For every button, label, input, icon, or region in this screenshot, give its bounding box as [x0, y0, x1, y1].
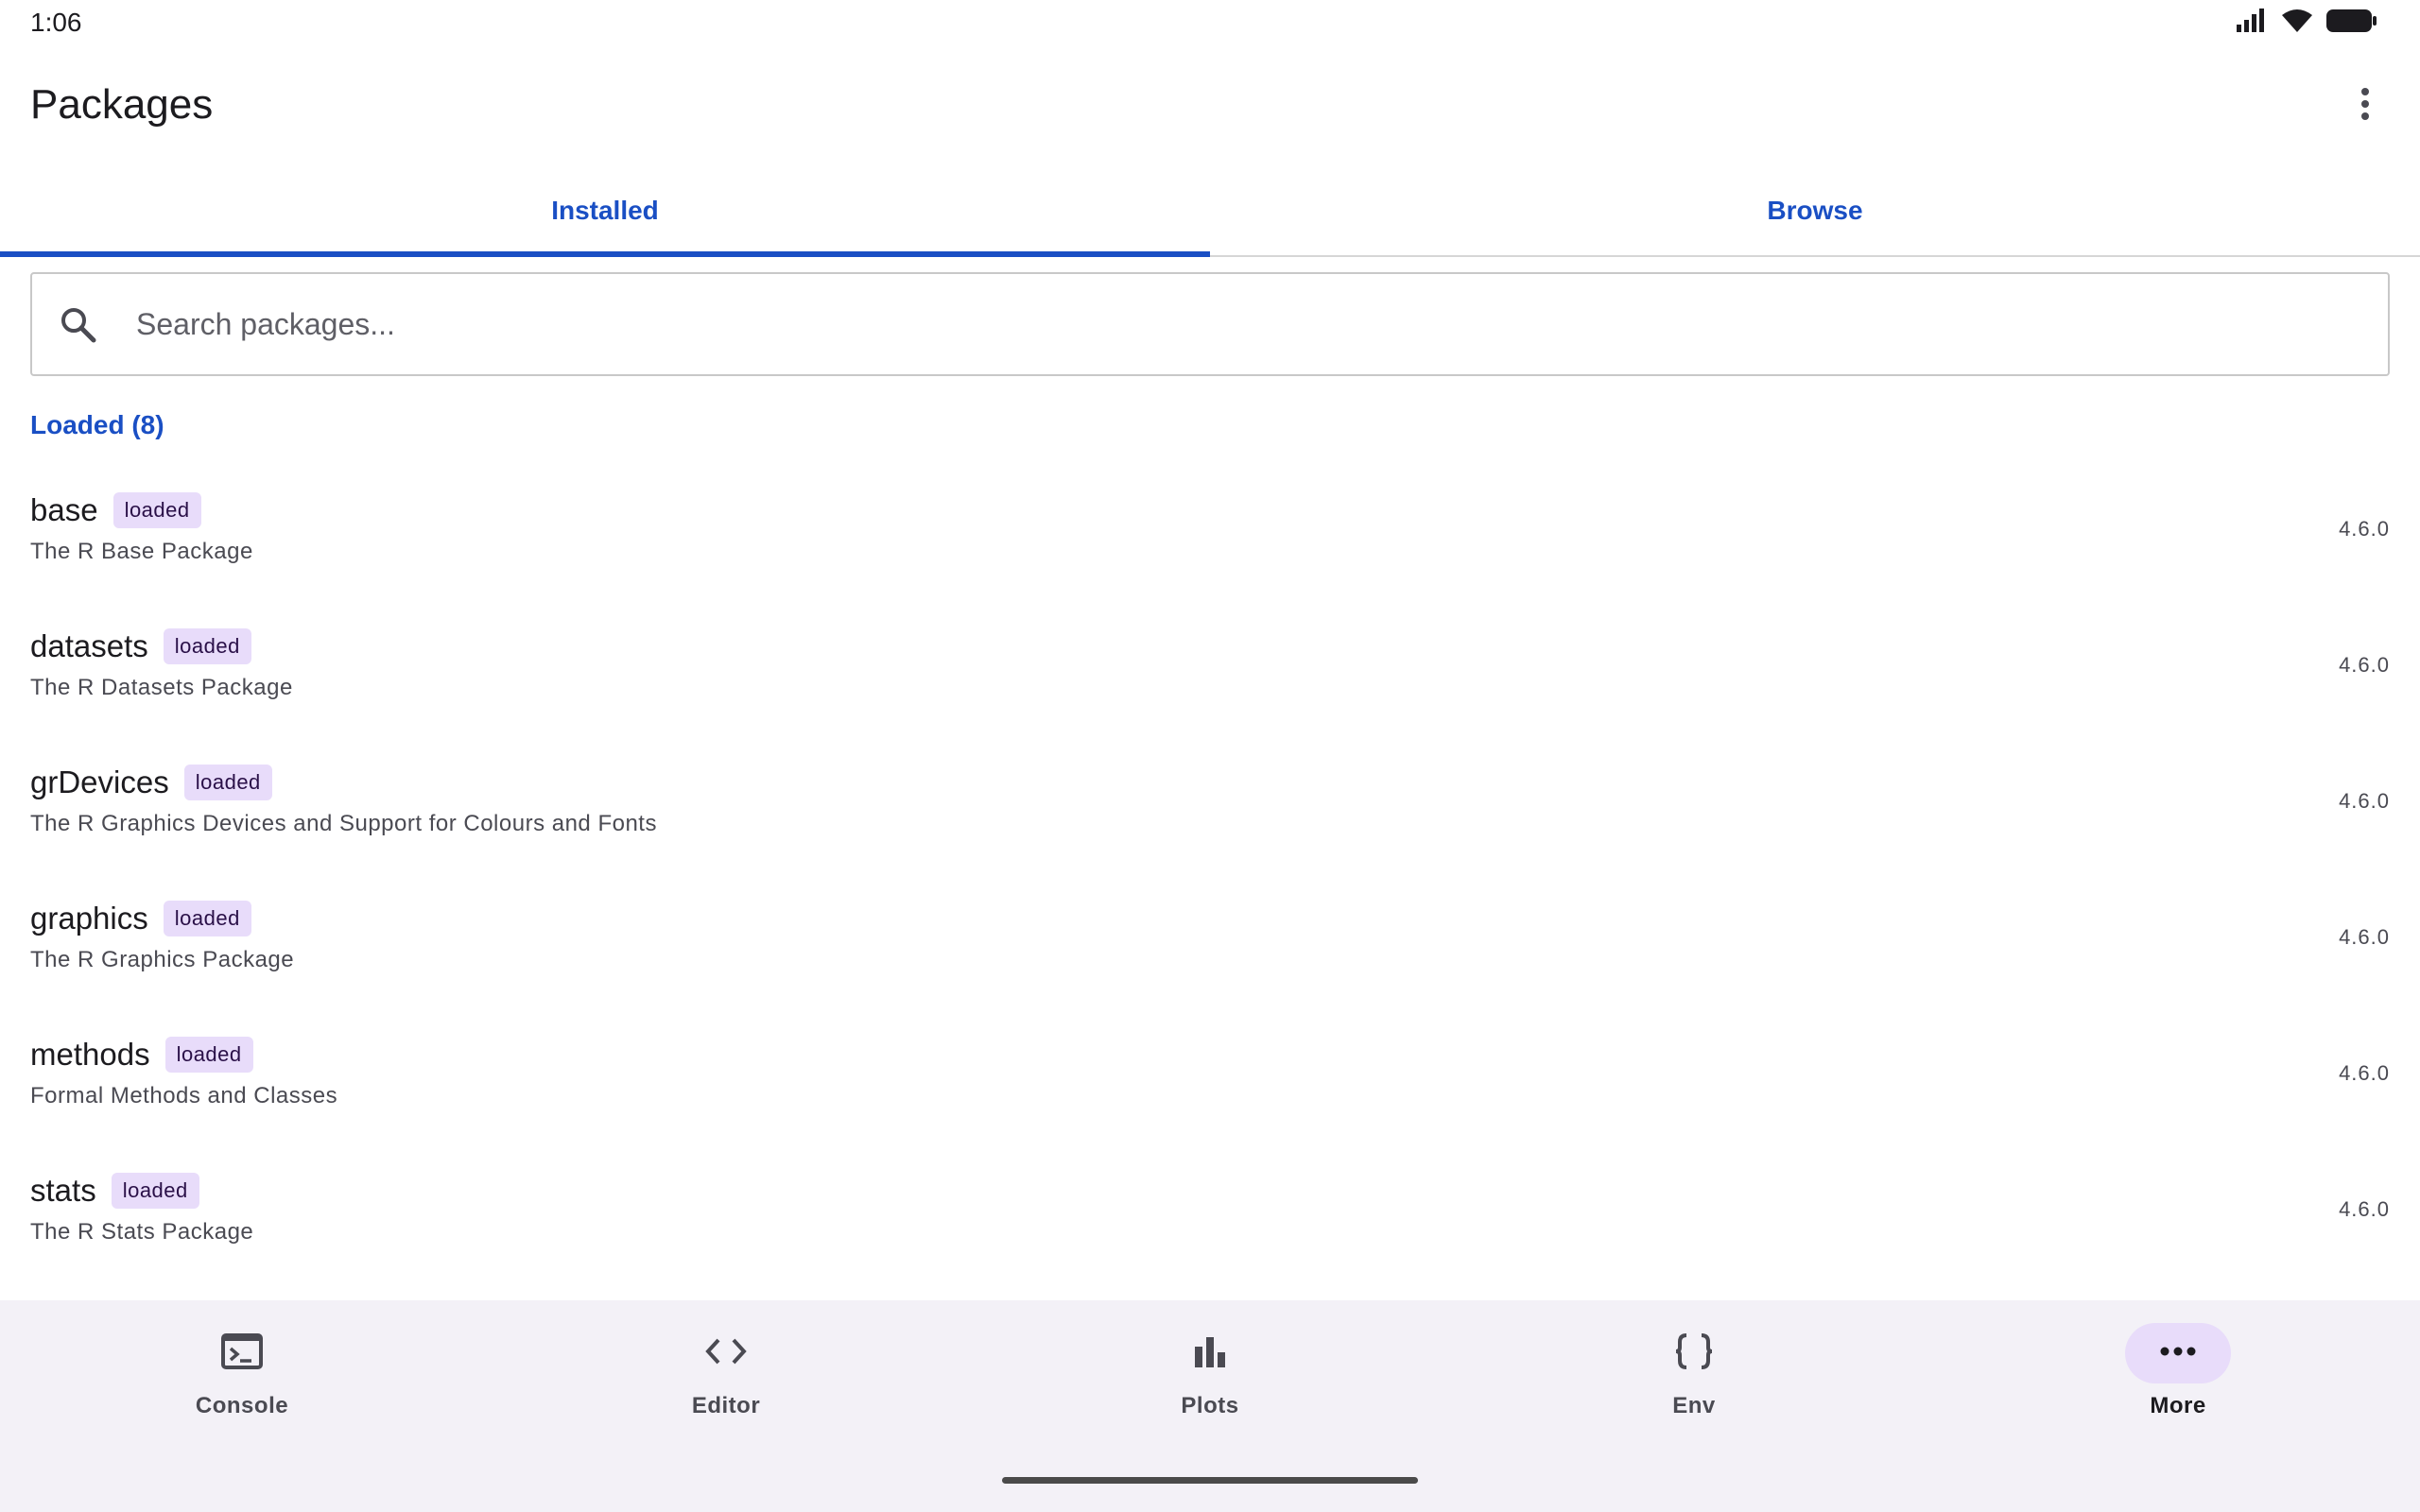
package-name: base: [30, 492, 98, 527]
page-title: Packages: [30, 81, 214, 128]
package-version: 4.6.0: [2339, 1061, 2390, 1085]
package-description: The R Stats Package: [30, 1219, 254, 1245]
signal-icon: [2235, 8, 2269, 39]
nav-label: Console: [195, 1393, 289, 1418]
tab-browse[interactable]: Browse: [1210, 166, 2420, 255]
nav-item-more[interactable]: More: [1936, 1300, 2420, 1512]
home-indicator[interactable]: [1002, 1477, 1418, 1484]
more-vert-icon: [2360, 87, 2371, 126]
overflow-menu-button[interactable]: [2339, 79, 2392, 132]
status-time: 1:06: [30, 8, 82, 37]
list-item[interactable]: stats loaded The R Stats Package 4.6.0: [0, 1144, 2420, 1280]
list-item[interactable]: base loaded The R Base Package 4.6.0: [0, 464, 2420, 600]
nav-label: Plots: [1181, 1393, 1239, 1418]
status-badge: loaded: [163, 901, 251, 936]
app-bar: Packages: [0, 43, 2420, 166]
package-description: The R Graphics Package: [30, 947, 295, 972]
status-badge: loaded: [183, 765, 272, 800]
package-description: The R Base Package: [30, 539, 253, 564]
package-version: 4.6.0: [2339, 925, 2390, 949]
package-name: grDevices: [30, 765, 169, 799]
braces-icon: [1673, 1332, 1715, 1375]
package-version: 4.6.0: [2339, 1197, 2390, 1221]
nav-label: Editor: [691, 1393, 761, 1418]
status-badge: loaded: [164, 1037, 253, 1073]
package-name: graphics: [30, 901, 148, 936]
package-version: 4.6.0: [2339, 653, 2390, 677]
more-horiz-icon: [2159, 1345, 2197, 1362]
section-header-loaded: Loaded (8): [30, 410, 164, 439]
status-badge: loaded: [163, 628, 251, 664]
wifi-icon: [2280, 8, 2314, 39]
list-item[interactable]: methods loaded Formal Methods and Classe…: [0, 1008, 2420, 1144]
tab-bar: Installed Browse: [0, 166, 2420, 257]
code-icon: [705, 1336, 747, 1371]
package-name: datasets: [30, 628, 148, 663]
list-item[interactable]: grDevices loaded The R Graphics Devices …: [0, 736, 2420, 872]
status-badge: loaded: [111, 1173, 199, 1209]
search-box[interactable]: [30, 272, 2390, 376]
package-description: The R Datasets Package: [30, 675, 293, 700]
nav-label: More: [2150, 1393, 2206, 1418]
package-name: stats: [30, 1173, 96, 1208]
list-item[interactable]: datasets loaded The R Datasets Package 4…: [0, 600, 2420, 736]
package-description: The R Graphics Devices and Support for C…: [30, 811, 657, 836]
search-icon: [57, 303, 98, 345]
nav-label: Env: [1672, 1393, 1716, 1418]
nav-item-console[interactable]: Console: [0, 1300, 484, 1512]
package-description: Formal Methods and Classes: [30, 1083, 338, 1108]
status-icons: [2235, 8, 2378, 38]
package-version: 4.6.0: [2339, 789, 2390, 813]
package-version: 4.6.0: [2339, 517, 2390, 541]
list-item[interactable]: graphics loaded The R Graphics Package 4…: [0, 872, 2420, 1008]
terminal-icon: [221, 1332, 263, 1375]
bar-chart-icon: [1193, 1335, 1227, 1372]
battery-icon: [2325, 8, 2378, 39]
status-badge: loaded: [112, 492, 201, 528]
search-input[interactable]: [136, 306, 2310, 342]
status-bar: 1:06: [0, 0, 2420, 43]
package-name: methods: [30, 1037, 150, 1072]
nav-item-env[interactable]: Env: [1452, 1300, 1936, 1512]
tab-installed[interactable]: Installed: [0, 166, 1210, 257]
package-list: base loaded The R Base Package 4.6.0 dat…: [0, 464, 2420, 1280]
nav-item-editor[interactable]: Editor: [484, 1300, 968, 1512]
